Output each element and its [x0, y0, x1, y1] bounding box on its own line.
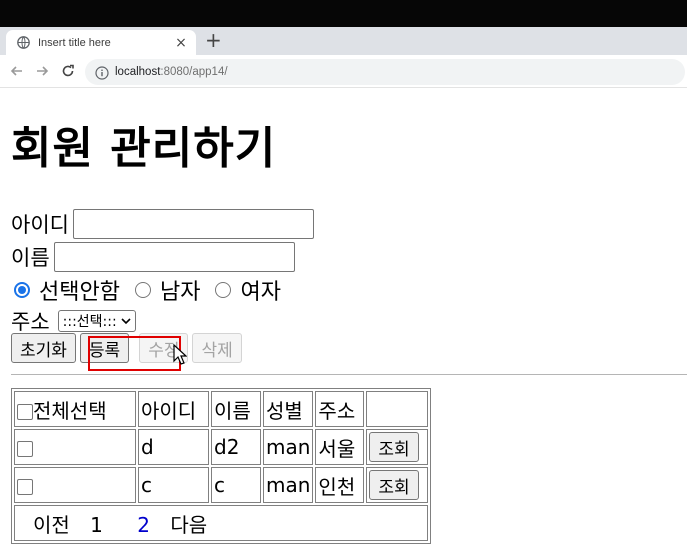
url-text: localhost:8080/app14/	[115, 66, 228, 78]
address-bar-row: localhost:8080/app14/	[0, 55, 687, 88]
cell-action: 조회	[366, 429, 429, 465]
address-label: 주소	[11, 310, 50, 334]
row-checkbox-cell	[14, 467, 136, 503]
table-row: c c man 인천 조회	[14, 467, 429, 503]
name-row: 이름	[11, 242, 295, 272]
back-icon[interactable]	[8, 62, 26, 80]
gender-radio-none[interactable]	[14, 282, 30, 298]
view-button[interactable]: 조회	[369, 432, 419, 462]
forward-icon[interactable]	[33, 62, 51, 80]
header-name: 이름	[211, 391, 261, 427]
gender-label-male: 남자	[159, 280, 201, 305]
cell-name: d2	[211, 429, 261, 465]
row-checkbox[interactable]	[17, 440, 33, 457]
id-row: 아이디	[11, 209, 314, 239]
select-all-cell: 전체선택	[14, 391, 136, 427]
header-select-all: 전체선택	[33, 398, 107, 423]
cell-address: 인천	[315, 467, 365, 503]
view-button[interactable]: 조회	[369, 470, 419, 500]
chevron-down-icon	[121, 315, 131, 328]
omnibox[interactable]: localhost:8080/app14/	[85, 59, 685, 85]
header-gender: 성별	[263, 391, 314, 427]
globe-icon	[16, 36, 30, 50]
highlight-box	[88, 336, 181, 371]
url-path: :8080/app14/	[160, 66, 228, 78]
row-checkbox[interactable]	[17, 478, 33, 495]
url-host: localhost	[115, 66, 161, 78]
gender-radio-male[interactable]	[134, 282, 151, 298]
page-title: 회원 관리하기	[11, 123, 277, 174]
cell-action: 조회	[366, 467, 429, 503]
window-top-bar	[0, 0, 687, 27]
page-content: 회원 관리하기 아이디 이름 선택안함 남자 여자 주소 :::선택::: 초기…	[0, 89, 687, 544]
pager-prev[interactable]: 이전	[33, 513, 70, 537]
tab-title: Insert title here	[38, 36, 111, 49]
name-input[interactable]	[53, 242, 295, 272]
select-all-checkbox[interactable]	[17, 404, 33, 420]
table-row: d d2 man 서울 조회	[14, 429, 429, 465]
id-label: 아이디	[11, 213, 69, 237]
cell-address: 서울	[315, 429, 365, 465]
tab-strip: Insert title here ×	[0, 27, 687, 55]
gender-label-female: 여자	[240, 280, 281, 305]
browser-tab[interactable]: Insert title here ×	[6, 30, 196, 55]
gender-row: 선택안함 남자 여자	[11, 274, 293, 306]
header-id: 아이디	[138, 391, 209, 427]
cell-id: d	[138, 429, 209, 465]
cell-id: c	[138, 467, 209, 503]
gender-label-none: 선택안함	[39, 280, 120, 305]
row-checkbox-cell	[14, 429, 136, 465]
address-select-value: :::선택:::	[62, 314, 117, 330]
name-label: 이름	[11, 246, 50, 270]
header-action	[366, 391, 429, 427]
gender-radio-female[interactable]	[215, 282, 232, 298]
delete-button[interactable]: 삭제	[192, 333, 242, 363]
cell-name: c	[211, 467, 261, 503]
pager-row: 이전 1 2 다음	[14, 505, 429, 541]
pager-page-2[interactable]: 2	[137, 513, 150, 537]
table-header-row: 전체선택 아이디 이름 성별 주소	[14, 391, 429, 427]
cell-gender: man	[263, 467, 314, 503]
tab-close-icon[interactable]: ×	[174, 36, 188, 50]
pager-page-1[interactable]: 1	[90, 513, 103, 537]
new-tab-button[interactable]: +	[205, 30, 222, 50]
pager-next[interactable]: 다음	[170, 513, 207, 537]
id-input[interactable]	[72, 209, 314, 239]
address-select[interactable]: :::선택:::	[57, 310, 136, 332]
divider	[11, 374, 687, 375]
header-address: 주소	[315, 391, 365, 427]
address-row: 주소 :::선택:::	[11, 306, 136, 336]
reset-button[interactable]: 초기화	[11, 333, 76, 363]
pager-cell: 이전 1 2 다음	[14, 505, 429, 541]
mouse-cursor-icon	[173, 343, 188, 366]
reload-icon[interactable]	[59, 62, 77, 80]
info-icon[interactable]	[95, 65, 109, 80]
cell-gender: man	[263, 429, 314, 465]
